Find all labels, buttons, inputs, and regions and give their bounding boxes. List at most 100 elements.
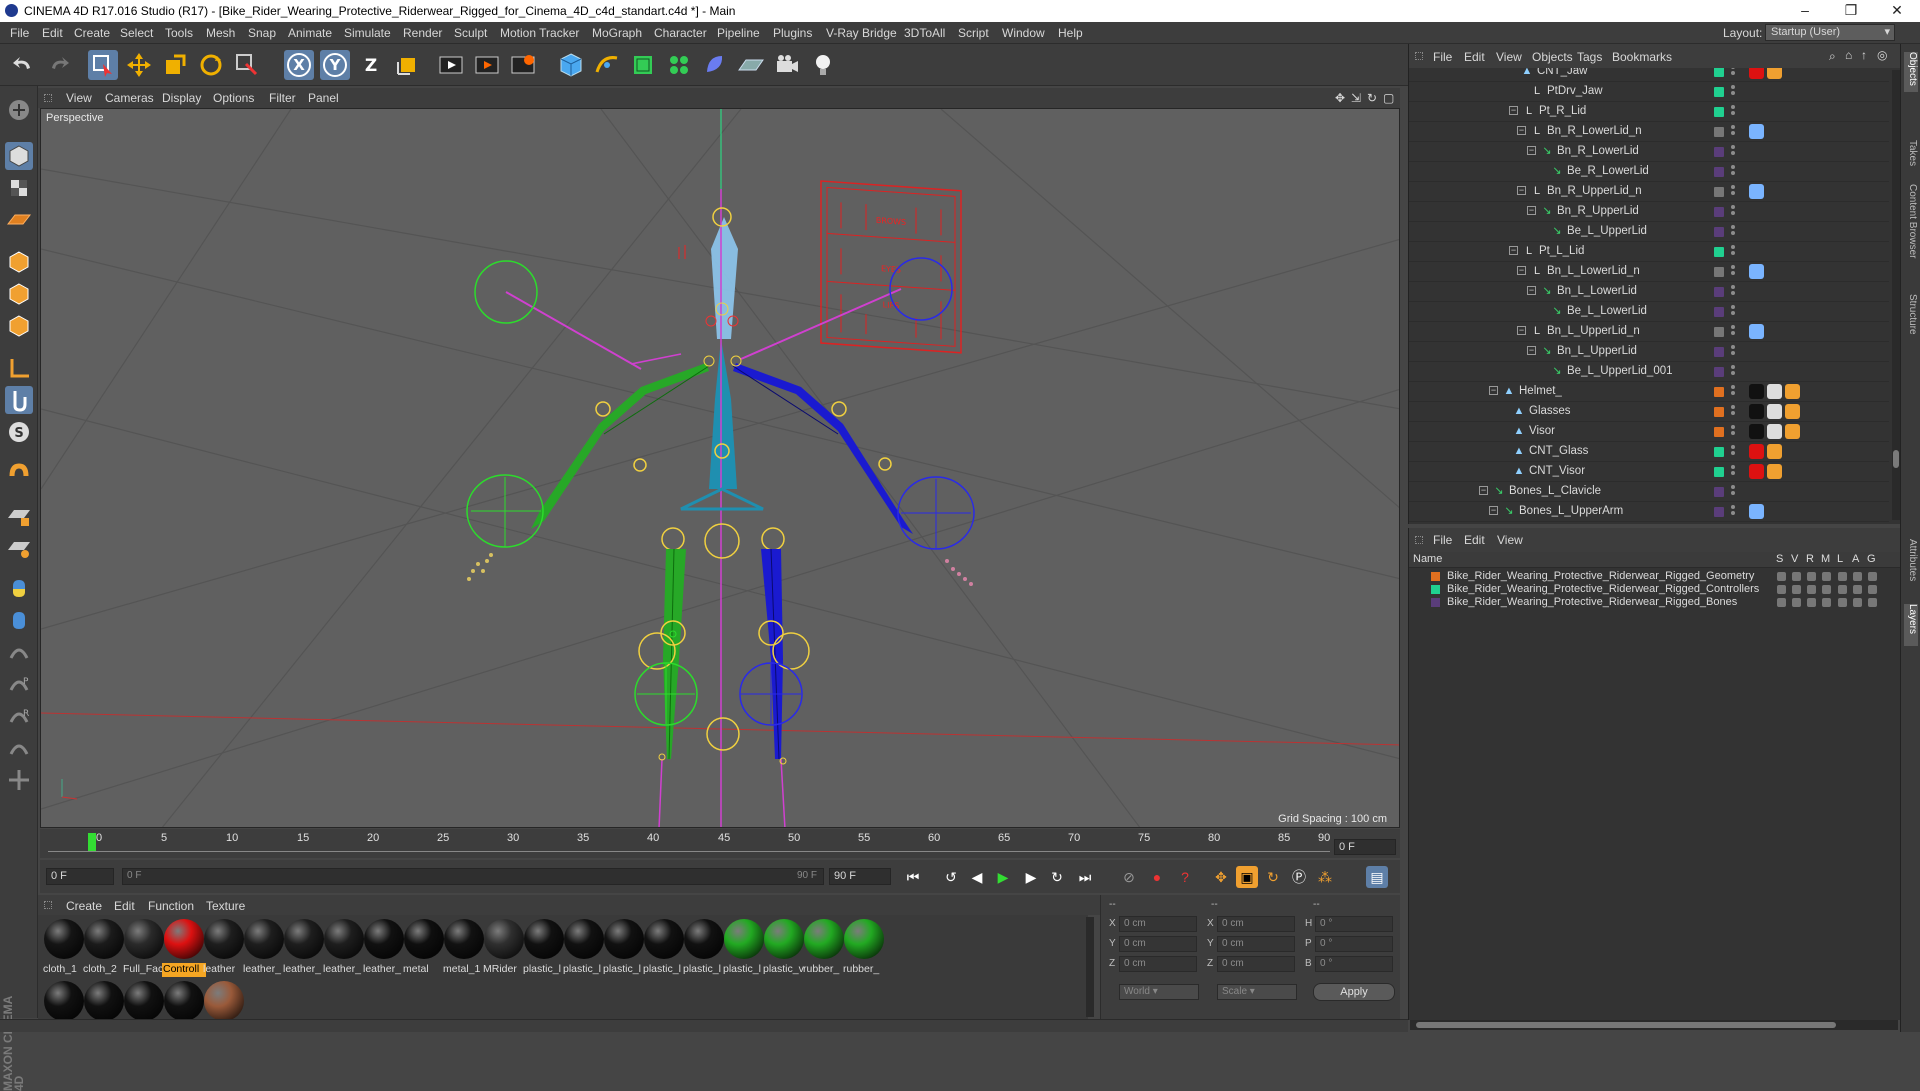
cube-primitive-button[interactable] xyxy=(556,50,586,80)
layer-color-swatch[interactable] xyxy=(1431,572,1440,581)
material-menu-texture[interactable]: Texture xyxy=(206,899,245,913)
timeline-ruler[interactable]: 0 5 10 15 20 25 30 35 40 45 50 55 60 65 … xyxy=(40,829,1400,858)
object-row[interactable]: ↘ Be_L_LowerLid xyxy=(1409,302,1889,322)
material-swatch[interactable]: plastic_l xyxy=(522,917,566,977)
visibility-dots-icon[interactable] xyxy=(1731,505,1735,519)
menu-pipeline[interactable]: Pipeline xyxy=(717,26,760,40)
visibility-dots-icon[interactable] xyxy=(1731,165,1735,179)
layer-toggle-icon[interactable] xyxy=(1822,585,1831,594)
material-swatch[interactable]: Full_Fac xyxy=(122,917,166,977)
layer-toggle-icon[interactable] xyxy=(1777,598,1786,607)
material-swatch[interactable]: leather xyxy=(202,917,246,977)
key-rotation-icon[interactable]: ↻ xyxy=(1262,866,1284,888)
menu-render[interactable]: Render xyxy=(403,26,442,40)
material-menu-edit[interactable]: Edit xyxy=(114,899,135,913)
menu-tools[interactable]: Tools xyxy=(165,26,193,40)
spline-pen-button[interactable] xyxy=(592,50,622,80)
lock-workplane-icon[interactable] xyxy=(5,502,33,530)
object-menu-bookmarks[interactable]: Bookmarks xyxy=(1612,50,1672,64)
object-row[interactable]: − ▲ Helmet_ xyxy=(1409,382,1889,402)
live-selection-button[interactable] xyxy=(88,50,118,80)
material-swatch[interactable]: leather_ xyxy=(282,917,326,977)
menu-animate[interactable]: Animate xyxy=(288,26,332,40)
visibility-dots-icon[interactable] xyxy=(1731,205,1735,219)
visibility-dots-icon[interactable] xyxy=(1731,425,1735,439)
object-tag-icon[interactable] xyxy=(1749,264,1764,279)
key-param-icon[interactable]: Ⓟ xyxy=(1288,866,1310,888)
viewport-menu-panel[interactable]: Panel xyxy=(308,91,339,105)
expand-toggle-icon[interactable]: − xyxy=(1517,126,1526,135)
layer-toggle-icon[interactable] xyxy=(1792,585,1801,594)
object-tag-icon[interactable] xyxy=(1767,464,1782,479)
object-row[interactable]: − ↘ Bn_L_LowerLid xyxy=(1409,282,1889,302)
viewport-menu-filter[interactable]: Filter xyxy=(269,91,296,105)
viewport-rotate-icon[interactable]: ↻ xyxy=(1367,91,1377,105)
layer-toggle-icon[interactable] xyxy=(1868,585,1877,594)
side-tab-content-browser[interactable]: Content Browser xyxy=(1904,184,1918,274)
viewport-menu-display[interactable]: Display xyxy=(162,91,201,105)
object-menu-objects[interactable]: Objects xyxy=(1532,50,1573,64)
next-key-icon[interactable]: ↻ xyxy=(1046,866,1068,888)
expand-toggle-icon[interactable]: − xyxy=(1517,186,1526,195)
menu-help[interactable]: Help xyxy=(1058,26,1083,40)
object-row[interactable]: ▲ CNT_Jaw xyxy=(1409,68,1889,82)
size-z-field[interactable]: 0 cm xyxy=(1217,956,1295,972)
maximize-button[interactable]: ❐ xyxy=(1828,0,1874,22)
z-axis-lock-button[interactable]: Z xyxy=(356,50,386,80)
planar-workplane-icon[interactable] xyxy=(5,534,33,562)
object-tag-icon[interactable] xyxy=(1749,424,1764,439)
smooth-brush-icon[interactable] xyxy=(5,734,33,762)
render-view-button[interactable] xyxy=(436,50,466,80)
object-row[interactable]: ▲ CNT_Glass xyxy=(1409,442,1889,462)
polygons-mode-icon[interactable] xyxy=(5,312,33,340)
object-tag-icon[interactable] xyxy=(1767,404,1782,419)
redo-button[interactable] xyxy=(44,50,74,80)
recent-tools-button[interactable] xyxy=(232,50,262,80)
material-swatch[interactable]: MRider xyxy=(482,917,526,977)
material-swatch[interactable]: rubber_ xyxy=(842,917,886,977)
perspective-viewport[interactable]: BROWS EYES LIPS Perspective Grid Spacing… xyxy=(40,108,1400,828)
visibility-dots-icon[interactable] xyxy=(1731,385,1735,399)
object-scrollbar-thumb[interactable] xyxy=(1893,450,1899,468)
visibility-dots-icon[interactable] xyxy=(1731,265,1735,279)
object-row[interactable]: − ↘ Bones_L_UpperArm xyxy=(1409,502,1889,522)
size-y-field[interactable]: 0 cm xyxy=(1217,936,1295,952)
expand-toggle-icon[interactable]: − xyxy=(1489,506,1498,515)
minimize-button[interactable]: – xyxy=(1782,0,1828,22)
layer-toggle-icon[interactable] xyxy=(1853,572,1862,581)
object-tag-icon[interactable] xyxy=(1767,444,1782,459)
visibility-dots-icon[interactable] xyxy=(1731,68,1735,79)
object-row[interactable]: ↘ Be_L_UpperLid_001 xyxy=(1409,362,1889,382)
layer-color-swatch[interactable] xyxy=(1714,87,1724,97)
apply-button[interactable]: Apply xyxy=(1313,983,1395,1001)
layer-color-swatch[interactable] xyxy=(1714,267,1724,277)
object-row[interactable]: − L Bn_L_UpperLid_n xyxy=(1409,322,1889,342)
layer-color-swatch[interactable] xyxy=(1714,287,1724,297)
layer-color-swatch[interactable] xyxy=(1714,347,1724,357)
side-tab-structure[interactable]: Structure xyxy=(1904,294,1918,354)
object-row[interactable]: − ↘ Bones_L_Clavicle xyxy=(1409,482,1889,502)
layer-color-swatch[interactable] xyxy=(1714,507,1724,517)
size-x-field[interactable]: 0 cm xyxy=(1217,916,1295,932)
visibility-dots-icon[interactable] xyxy=(1731,225,1735,239)
layer-toggle-icon[interactable] xyxy=(1853,585,1862,594)
menu-edit[interactable]: Edit xyxy=(42,26,63,40)
material-swatch[interactable]: metal xyxy=(402,917,446,977)
menu-sculpt[interactable]: Sculpt xyxy=(454,26,487,40)
material-swatch[interactable]: rubber_ xyxy=(802,917,846,977)
visibility-dots-icon[interactable] xyxy=(1731,85,1735,99)
object-tag-icon[interactable] xyxy=(1749,184,1764,199)
expand-toggle-icon[interactable]: − xyxy=(1517,266,1526,275)
material-swatch[interactable]: plastic_l xyxy=(642,917,686,977)
go-to-end-icon[interactable]: ⏭ xyxy=(1074,866,1096,888)
tweak-mode-icon[interactable] xyxy=(5,386,33,414)
menu-file[interactable]: File xyxy=(10,26,29,40)
layer-color-swatch[interactable] xyxy=(1714,447,1724,457)
start-frame-field[interactable]: 0 F xyxy=(46,868,114,885)
end-frame-field[interactable]: 90 F xyxy=(829,868,891,885)
texture-mode-icon[interactable] xyxy=(5,174,33,202)
search-icon[interactable]: ⌕ xyxy=(1829,49,1836,64)
object-row[interactable]: ↘ Be_L_UpperLid xyxy=(1409,222,1889,242)
object-tag-icon[interactable] xyxy=(1749,464,1764,479)
object-row[interactable]: ▲ CNT_Visor xyxy=(1409,462,1889,482)
